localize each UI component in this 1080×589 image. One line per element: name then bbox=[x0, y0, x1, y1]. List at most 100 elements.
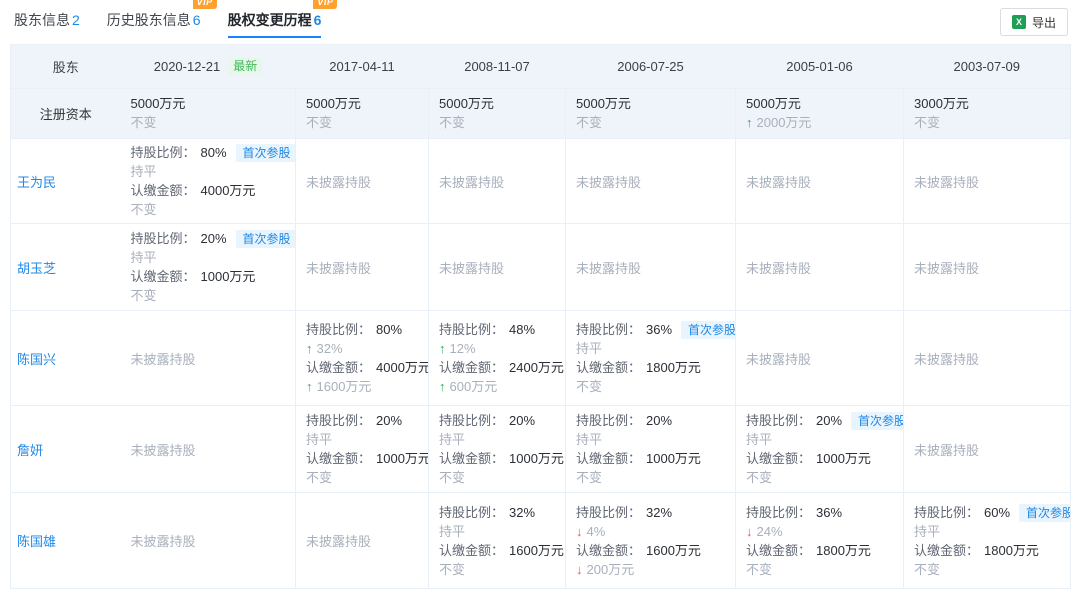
amount-line: 认缴金额：1000万元 bbox=[306, 449, 428, 468]
ratio-line: 持股比例：20%首次参股 bbox=[746, 411, 903, 430]
ratio-value: 36% bbox=[816, 505, 842, 520]
undisclosed-holding-text: 未披露持股 bbox=[904, 258, 1070, 277]
first-participation-badge: 首次参股 bbox=[236, 230, 296, 248]
amount-line: 认缴金额：2400万元 bbox=[439, 358, 565, 377]
change-value: 不变 bbox=[576, 115, 602, 130]
amount-line: 认缴金额： 1000万元 bbox=[439, 449, 565, 468]
date-label: 2003-07-09 bbox=[954, 59, 1021, 74]
change-value: 不变 bbox=[746, 470, 772, 485]
change-value: 持平 bbox=[306, 432, 332, 447]
amount-line: 认缴金额：1000万元 bbox=[746, 449, 903, 468]
undisclosed-holding-text: 未披露持股 bbox=[904, 172, 1070, 191]
ratio-label: 持股比例： bbox=[576, 505, 641, 520]
change-value: 不变 bbox=[439, 470, 465, 485]
capital-cell: 3000万元不变 bbox=[904, 89, 1071, 139]
holding-detail: 持股比例：80%↑32%认缴金额：4000万元↑1600万元 bbox=[296, 316, 428, 400]
capital-cell: 5000万元不变 bbox=[566, 89, 736, 139]
vip-badge: VIP bbox=[193, 0, 217, 9]
ratio-label: 持股比例： bbox=[576, 413, 641, 428]
shareholder-name-cell: 王为民 bbox=[11, 139, 121, 224]
change-value: 不变 bbox=[306, 470, 332, 485]
ratio-value: 20% bbox=[509, 413, 535, 428]
ratio-line: 持股比例：20% bbox=[576, 411, 735, 430]
change-line: 持平 bbox=[306, 430, 428, 449]
ratio-line: 持股比例：20% bbox=[306, 411, 428, 430]
export-button[interactable]: X 导出 bbox=[1000, 8, 1068, 36]
change-line: 持平 bbox=[131, 248, 296, 267]
shareholder-name-link[interactable]: 陈国兴 bbox=[17, 352, 56, 367]
holding-detail: 持股比例：20%持平认缴金额：1000万元不变 bbox=[429, 407, 565, 491]
change-line: ↓200万元 bbox=[576, 560, 735, 579]
amount-label: 认缴金额： bbox=[131, 183, 196, 198]
registered-capital-label-cell: 注册资本 bbox=[11, 89, 121, 139]
amount-label: 认缴金额： bbox=[576, 451, 641, 466]
holding-cell: 未披露持股 bbox=[429, 224, 566, 311]
holding-cell: 未披露持股 bbox=[566, 139, 736, 224]
shareholder-name-cell: 胡玉芝 bbox=[11, 224, 121, 311]
change-line: 持平 bbox=[131, 162, 296, 181]
undisclosed-holding-text: 未披露持股 bbox=[429, 258, 565, 277]
holding-cell: 持股比例：36%↓24%认缴金额：1800万元不变 bbox=[736, 493, 904, 589]
change-value: 不变 bbox=[439, 562, 465, 577]
change-line: ↑2000万元 bbox=[746, 113, 903, 132]
holding-cell: 持股比例：80%↑32%认缴金额：4000万元↑1600万元 bbox=[296, 311, 429, 406]
capital-cell-content: 5000万元↑2000万元 bbox=[736, 95, 903, 132]
first-participation-badge: 首次参股 bbox=[681, 321, 735, 339]
holding-detail: 持股比例：60%首次参股持平认缴金额：1800万元不变 bbox=[904, 499, 1070, 583]
ratio-value: 20% bbox=[816, 413, 842, 428]
shareholder-name-link[interactable]: 陈国雄 bbox=[17, 534, 56, 549]
shareholder-name-link[interactable]: 詹妍 bbox=[17, 443, 43, 458]
tab-历史股东信息[interactable]: 历史股东信息6VIP bbox=[107, 0, 201, 38]
tab-股东信息[interactable]: 股东信息2 bbox=[14, 0, 80, 38]
holding-detail: 持股比例：32%↓4%认缴金额：1600万元↓200万元 bbox=[566, 499, 735, 583]
change-value: 不变 bbox=[306, 115, 332, 130]
ratio-value: 80% bbox=[376, 322, 402, 337]
tab-股权变更历程[interactable]: 股权变更历程6VIP bbox=[228, 0, 322, 38]
ratio-line: 持股比例：20%首次参股 bbox=[131, 229, 296, 248]
amount-line: 认缴金额：1000万元 bbox=[576, 449, 735, 468]
change-value: 不变 bbox=[914, 115, 940, 130]
holding-cell: 持股比例：60%首次参股持平认缴金额：1800万元不变 bbox=[904, 493, 1071, 589]
amount-value: 4000万元 bbox=[376, 360, 428, 375]
column-header-date: 2020-12-21最新 bbox=[121, 45, 296, 89]
undisclosed-holding-text: 未披露持股 bbox=[566, 258, 735, 277]
shareholder-row: 王为民持股比例：80%首次参股持平认缴金额：4000万元不变未披露持股未披露持股… bbox=[11, 139, 1071, 224]
holding-cell: 未披露持股 bbox=[904, 224, 1071, 311]
ratio-line: 持股比例：48% bbox=[439, 320, 565, 339]
holding-cell: 未披露持股 bbox=[566, 224, 736, 311]
amount-label: 认缴金额： bbox=[576, 360, 641, 375]
amount-value: 1600万元 bbox=[646, 543, 701, 558]
shareholder-row: 陈国雄未披露持股未披露持股持股比例：32%持平认缴金额：1600万元不变持股比例… bbox=[11, 493, 1071, 589]
holding-cell: 未披露持股 bbox=[121, 311, 296, 406]
shareholder-row: 詹妍未披露持股持股比例：20%持平认缴金额：1000万元不变持股比例：20%持平… bbox=[11, 406, 1071, 493]
amount-label: 认缴金额： bbox=[914, 543, 979, 558]
equity-change-table: 股东2020-12-21最新2017-04-112008-11-072006-0… bbox=[10, 44, 1071, 589]
amount-line: 认缴金额：1800万元 bbox=[746, 541, 903, 560]
amount-value: 1000万元 bbox=[509, 451, 564, 466]
change-line: 不变 bbox=[914, 560, 1070, 579]
excel-icon: X bbox=[1012, 15, 1026, 29]
capital-cell-content: 5000万元不变 bbox=[296, 95, 428, 132]
change-value: 持平 bbox=[576, 341, 602, 356]
change-value: 12% bbox=[450, 341, 476, 356]
holding-cell: 未披露持股 bbox=[121, 493, 296, 589]
amount-label: 认缴金额： bbox=[439, 451, 504, 466]
change-value: 不变 bbox=[131, 115, 157, 130]
change-value: 不变 bbox=[746, 562, 772, 577]
export-button-label: 导出 bbox=[1032, 14, 1056, 31]
holding-detail: 持股比例：20% 持平认缴金额：1000万元不变 bbox=[296, 407, 428, 491]
holding-cell: 未披露持股 bbox=[121, 406, 296, 493]
undisclosed-holding-text: 未披露持股 bbox=[904, 440, 1070, 459]
change-line: 持平 bbox=[746, 430, 903, 449]
change-line: 不变 bbox=[131, 286, 296, 305]
change-value: 32% bbox=[317, 341, 343, 356]
holding-cell: 持股比例：48%↑12%认缴金额：2400万元↑600万元 bbox=[429, 311, 566, 406]
amount-label: 认缴金额： bbox=[746, 543, 811, 558]
shareholder-name-link[interactable]: 王为民 bbox=[17, 175, 56, 190]
shareholder-name-cell: 陈国雄 bbox=[11, 493, 121, 589]
capital-cell-content: 5000万元不变 bbox=[429, 95, 565, 132]
undisclosed-holding-text: 未披露持股 bbox=[296, 258, 428, 277]
shareholder-name-link[interactable]: 胡玉芝 bbox=[17, 261, 56, 276]
holding-detail: 持股比例：32%持平认缴金额：1600万元不变 bbox=[429, 499, 565, 583]
amount-label: 认缴金额： bbox=[746, 451, 811, 466]
